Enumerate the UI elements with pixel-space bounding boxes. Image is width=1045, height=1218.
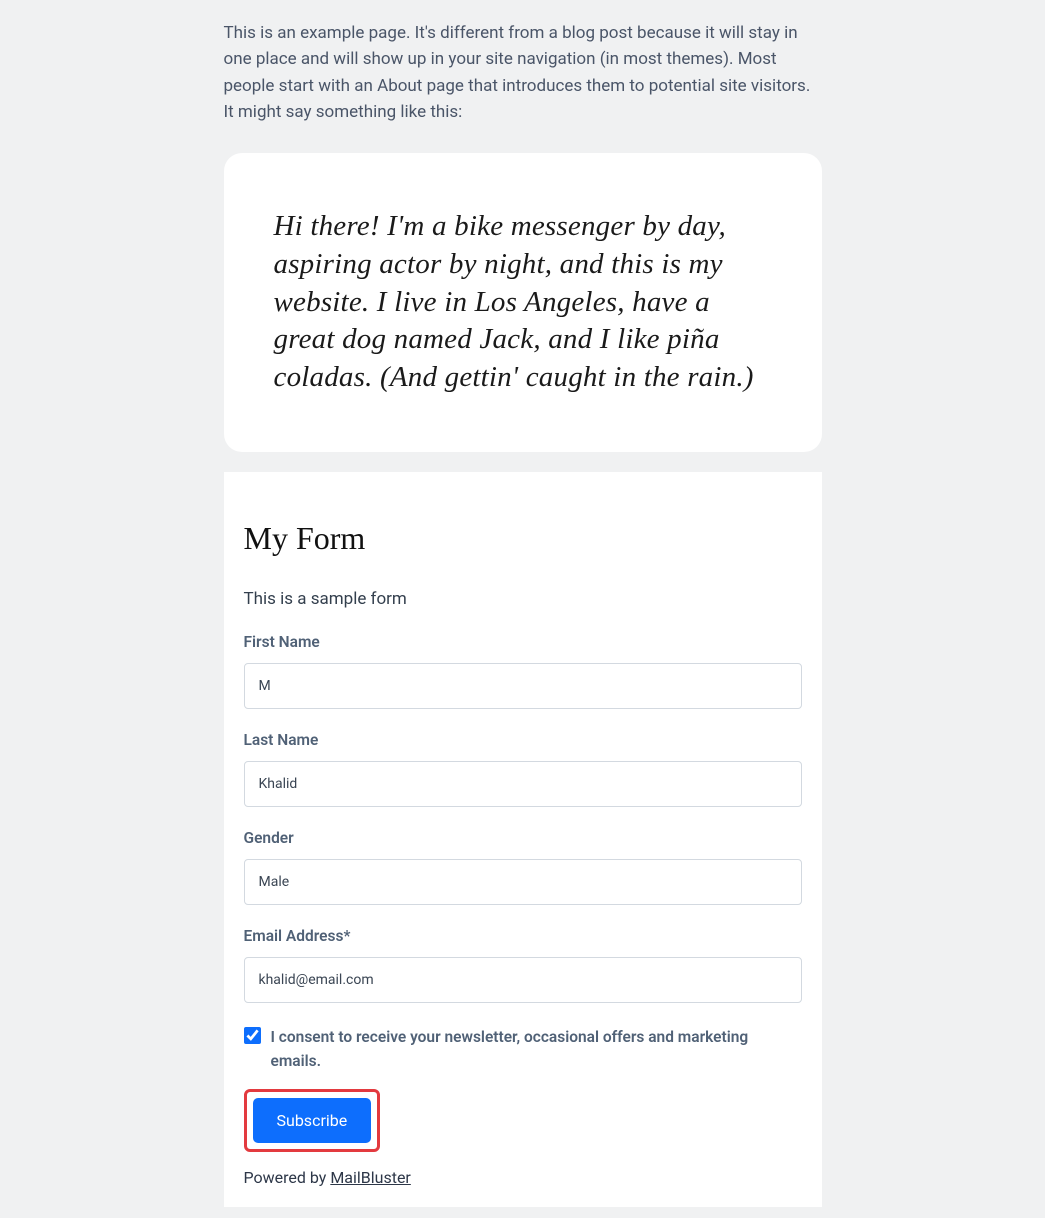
gender-label: Gender — [244, 829, 802, 847]
quote-text: Hi there! I'm a bike messenger by day, a… — [274, 208, 774, 396]
last-name-label: Last Name — [244, 731, 802, 749]
quote-card: Hi there! I'm a bike messenger by day, a… — [224, 153, 822, 451]
subscribe-button[interactable]: Subscribe — [253, 1098, 372, 1143]
consent-text: I consent to receive your newsletter, oc… — [271, 1025, 802, 1073]
form-description: This is a sample form — [244, 589, 802, 609]
form-card: My Form This is a sample form First Name… — [224, 472, 822, 1207]
email-input[interactable] — [244, 957, 802, 1003]
first-name-input[interactable] — [244, 663, 802, 709]
consent-checkbox[interactable] — [244, 1027, 261, 1044]
subscribe-highlight-box: Subscribe — [244, 1089, 381, 1152]
first-name-label: First Name — [244, 633, 802, 651]
intro-paragraph: This is an example page. It's different … — [224, 20, 822, 125]
form-title: My Form — [244, 520, 802, 557]
powered-prefix: Powered by — [244, 1168, 331, 1187]
gender-input[interactable] — [244, 859, 802, 905]
consent-row: I consent to receive your newsletter, oc… — [244, 1025, 802, 1073]
powered-link[interactable]: MailBluster — [330, 1168, 411, 1187]
powered-by: Powered by MailBluster — [244, 1168, 802, 1187]
last-name-input[interactable] — [244, 761, 802, 807]
content-wrapper: This is an example page. It's different … — [224, 20, 822, 1207]
email-label: Email Address* — [244, 927, 802, 945]
